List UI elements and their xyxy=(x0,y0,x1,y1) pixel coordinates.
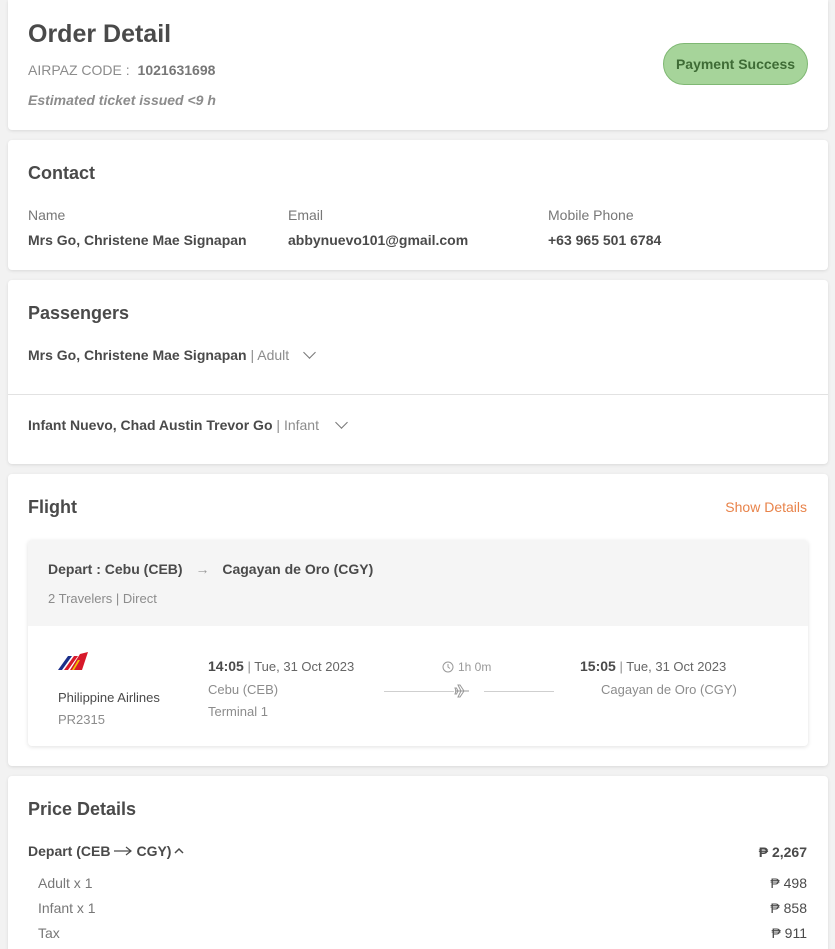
plane-icon xyxy=(454,684,469,698)
clock-icon xyxy=(442,661,454,673)
flight-duration: 1h 0m xyxy=(458,660,492,674)
passengers-title: Passengers xyxy=(28,303,130,323)
duration-line xyxy=(484,691,554,692)
order-detail-card: Order Detail AIRPAZ CODE : 1021631698 Es… xyxy=(8,0,828,130)
arrow-right-icon: → xyxy=(195,561,210,577)
airline-logo-icon xyxy=(58,652,88,670)
passenger-name: Mrs Go, Christene Mae Signapan xyxy=(28,347,247,363)
price-row-label: Tax xyxy=(38,925,60,941)
price-details-card: Price Details Depart (CEB CGY) ₱ 2,267 A… xyxy=(8,776,828,949)
arrow-right-icon xyxy=(114,846,133,856)
contact-phone-value: +63 965 501 6784 xyxy=(548,232,662,248)
flight-title: Flight xyxy=(28,497,77,517)
arrival-date: Tue, 31 Oct 2023 xyxy=(626,659,727,674)
depart-price-label-destination: CGY) xyxy=(136,843,172,859)
passenger-name: Infant Nuevo, Chad Austin Trevor Go xyxy=(28,417,273,433)
passenger-row[interactable]: Mrs Go, Christene Mae Signapan | Adult xyxy=(28,347,289,363)
show-details-link[interactable]: Show Details xyxy=(725,499,807,515)
flight-summary: 2 Travelers | Direct xyxy=(48,591,157,606)
ticket-estimate: Estimated ticket issued <9 h xyxy=(28,92,216,108)
arrival-time: 15:05 xyxy=(580,658,616,674)
passengers-card: Passengers Mrs Go, Christene Mae Signapa… xyxy=(8,280,828,464)
passenger-separator: | xyxy=(250,347,255,363)
depart-price-toggle[interactable]: Depart (CEB CGY) xyxy=(28,843,185,859)
contact-card: Contact Name Mrs Go, Christene Mae Signa… xyxy=(8,140,828,270)
price-row-amount: ₱ 498 xyxy=(770,875,807,891)
divider xyxy=(8,394,828,395)
contact-name-value: Mrs Go, Christene Mae Signapan xyxy=(28,232,247,248)
departure-airport: Cebu (CEB) xyxy=(208,682,279,697)
page-title: Order Detail xyxy=(28,20,172,48)
departure-terminal: Terminal 1 xyxy=(208,704,268,719)
payment-status-badge: Payment Success xyxy=(663,43,808,85)
depart-price-total: ₱ 2,267 xyxy=(758,844,807,860)
chevron-down-icon[interactable] xyxy=(303,346,316,359)
arrival-airport: Cagayan de Oro (CGY) xyxy=(601,682,737,697)
contact-email-label: Email xyxy=(288,207,324,223)
departure-time: 14:05 xyxy=(208,658,244,674)
contact-title: Contact xyxy=(28,163,95,183)
price-row-amount: ₱ 911 xyxy=(771,925,807,941)
airpaz-code-label: AIRPAZ CODE : xyxy=(28,62,130,78)
contact-email-value: abbynuevo101@gmail.com xyxy=(288,232,469,248)
route-origin: Depart : Cebu (CEB) xyxy=(48,561,183,577)
chevron-up-icon[interactable] xyxy=(173,846,185,856)
contact-phone-label: Mobile Phone xyxy=(548,207,634,223)
separator: | xyxy=(247,659,251,674)
airpaz-code-value: 1021631698 xyxy=(137,62,216,78)
depart-price-label-origin: Depart (CEB xyxy=(28,843,111,859)
flight-segment-header: Depart : Cebu (CEB) → Cagayan de Oro (CG… xyxy=(28,540,808,626)
chevron-down-icon[interactable] xyxy=(335,416,348,429)
contact-name-label: Name xyxy=(28,207,66,223)
price-row-label: Adult x 1 xyxy=(38,875,93,891)
flight-number: PR2315 xyxy=(58,712,105,727)
airline-name: Philippine Airlines xyxy=(58,690,160,705)
price-row-amount: ₱ 858 xyxy=(770,900,807,916)
passenger-row[interactable]: Infant Nuevo, Chad Austin Trevor Go | In… xyxy=(28,417,319,433)
duration-line xyxy=(384,691,454,692)
price-row-label: Infant x 1 xyxy=(38,900,96,916)
departure-date: Tue, 31 Oct 2023 xyxy=(254,659,355,674)
flight-segment: Depart : Cebu (CEB) → Cagayan de Oro (CG… xyxy=(28,540,808,746)
price-title: Price Details xyxy=(28,799,137,819)
separator: | xyxy=(619,659,623,674)
route-destination: Cagayan de Oro (CGY) xyxy=(222,561,374,577)
flight-card: Flight Show Details Depart : Cebu (CEB) … xyxy=(8,474,828,766)
passenger-separator: | xyxy=(276,417,281,433)
passenger-type: Adult xyxy=(257,347,290,363)
passenger-type: Infant xyxy=(283,417,319,433)
